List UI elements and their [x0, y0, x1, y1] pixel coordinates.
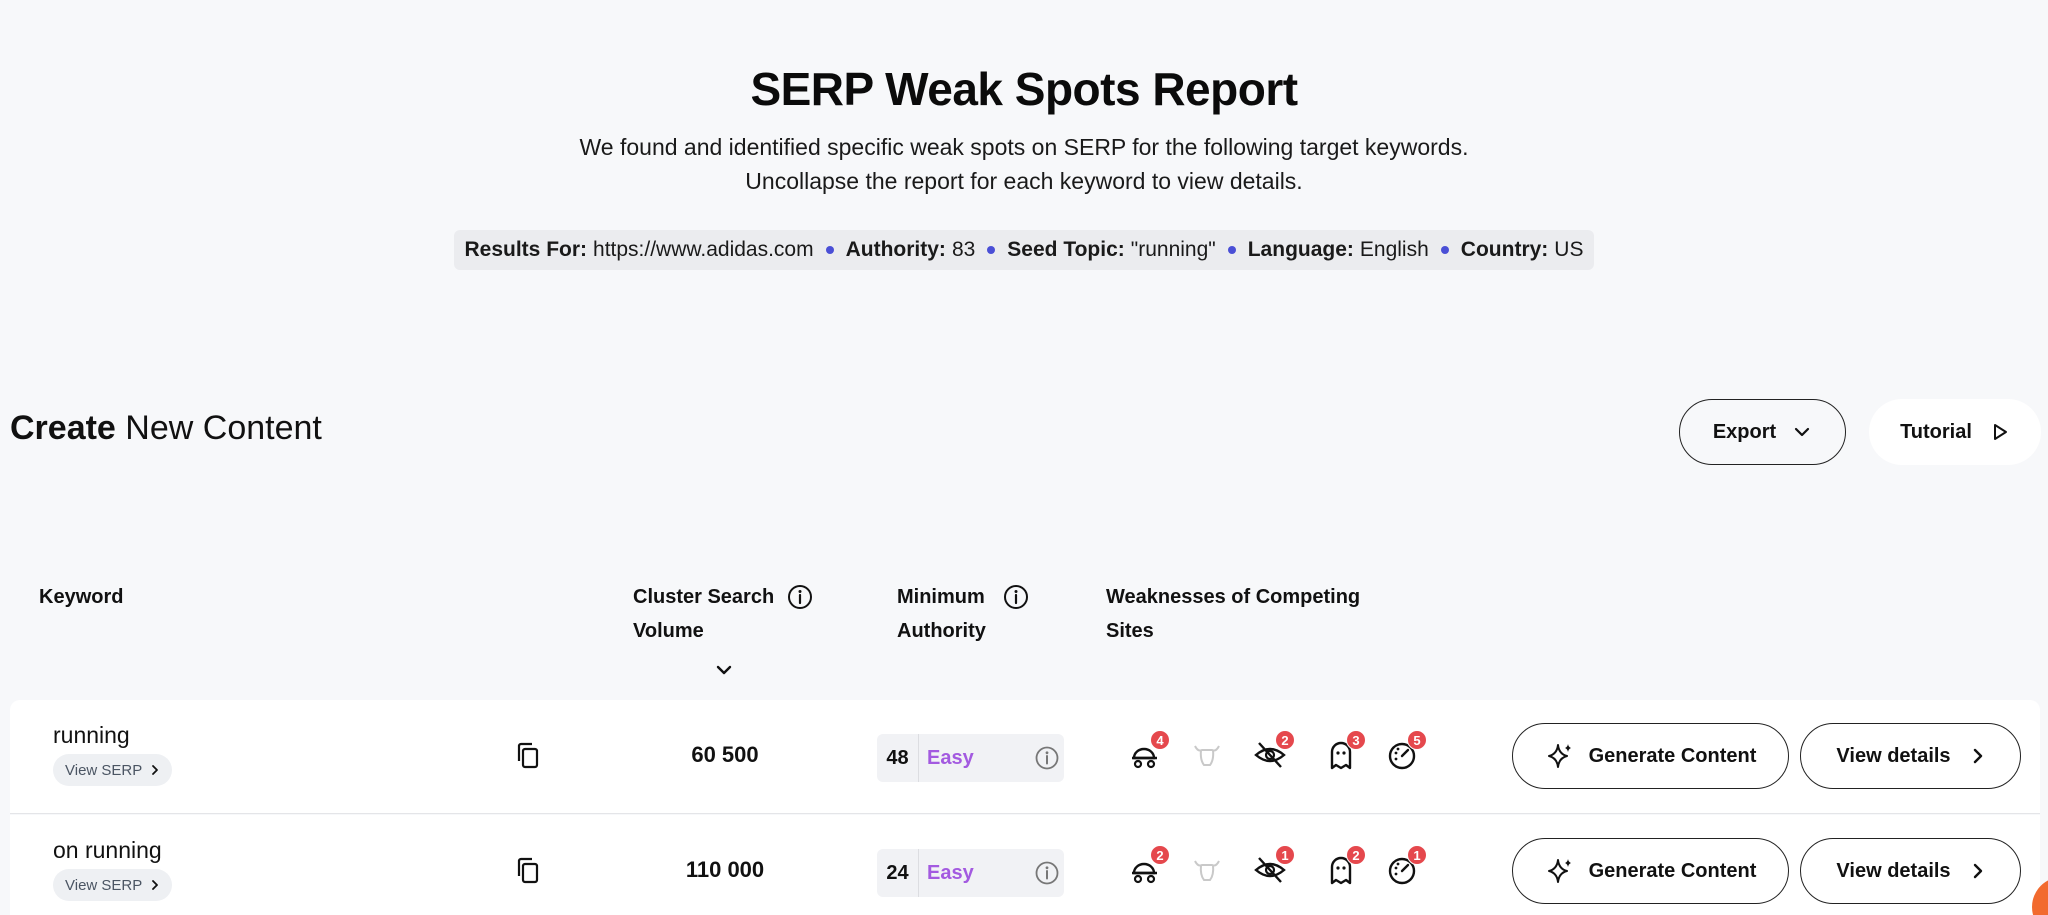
- slow-loading-icon[interactable]: 4: [1128, 730, 1170, 772]
- chevron-right-icon: [152, 880, 159, 890]
- authority-number: 24: [877, 849, 919, 897]
- copy-icon[interactable]: [514, 741, 542, 771]
- export-button[interactable]: Export: [1679, 399, 1846, 465]
- seed-value: "running": [1130, 238, 1216, 261]
- section-title-bold: Create: [10, 409, 116, 447]
- count-badge: 2: [1150, 845, 1170, 865]
- chevron-down-icon: [1795, 427, 1810, 437]
- view-details-label: View details: [1836, 859, 1951, 882]
- separator-dot: [987, 246, 996, 254]
- separator-dot: [1227, 246, 1236, 254]
- count-badge: 3: [1346, 730, 1366, 750]
- count-badge: 1: [1275, 845, 1295, 865]
- section-title: Create New Content: [10, 409, 322, 448]
- info-icon[interactable]: [1034, 860, 1060, 886]
- slow-loading-icon[interactable]: 2: [1128, 845, 1170, 887]
- generate-content-label: Generate Content: [1588, 859, 1757, 882]
- authority-value: 83: [951, 238, 976, 261]
- bull-icon: [1190, 853, 1224, 887]
- view-serp-button[interactable]: View SERP: [53, 869, 173, 901]
- view-details-button[interactable]: View details: [1800, 723, 2021, 789]
- results-label: Results For:: [464, 238, 588, 261]
- language-value: English: [1359, 238, 1429, 261]
- count-badge: 4: [1150, 730, 1170, 750]
- speedometer-icon[interactable]: 1: [1385, 845, 1427, 887]
- tutorial-button[interactable]: Tutorial: [1869, 399, 2041, 465]
- column-header-keyword: Keyword: [39, 586, 124, 608]
- separator-dot: [1440, 246, 1449, 254]
- view-serp-label: View SERP: [65, 761, 143, 779]
- authority-cell: 24 Easy: [877, 849, 1064, 897]
- export-label: Export: [1712, 420, 1777, 443]
- separator-dot: [825, 246, 834, 254]
- count-badge: 1: [1407, 845, 1427, 865]
- chevron-right-icon: [152, 765, 159, 775]
- table-row[interactable]: running View SERP 60 500 48 Easy 4 2 3 5…: [10, 700, 2040, 814]
- copy-icon[interactable]: [514, 856, 542, 886]
- view-serp-button[interactable]: View SERP: [53, 754, 173, 786]
- country-value: US: [1554, 238, 1584, 261]
- sparkle-icon: [1547, 744, 1571, 768]
- info-icon[interactable]: [787, 584, 813, 610]
- count-badge: 2: [1275, 730, 1295, 750]
- authority-number: 48: [877, 734, 919, 782]
- ghost-icon[interactable]: 2: [1324, 845, 1366, 887]
- bull-icon: [1190, 738, 1224, 772]
- section-title-rest: New Content: [125, 409, 322, 447]
- authority-label: Authority:: [845, 238, 946, 261]
- view-details-button[interactable]: View details: [1800, 838, 2021, 904]
- page-subtitle: We found and identified specific weak sp…: [579, 134, 1469, 194]
- difficulty-label: Easy: [927, 861, 974, 884]
- view-details-label: View details: [1836, 744, 1951, 767]
- keyword-text: on running: [53, 837, 162, 863]
- hidden-eye-icon[interactable]: 1: [1253, 845, 1295, 887]
- chevron-right-icon: [1973, 748, 1982, 764]
- view-serp-label: View SERP: [65, 876, 143, 894]
- keyword-text: running: [53, 722, 130, 748]
- report-header: SERP Weak Spots Report We found and iden…: [0, 62, 2048, 270]
- hidden-eye-icon[interactable]: 2: [1253, 730, 1295, 772]
- search-volume: 110 000: [685, 857, 765, 882]
- ghost-icon[interactable]: 3: [1324, 730, 1366, 772]
- country-label: Country:: [1460, 238, 1549, 261]
- table-row[interactable]: on running View SERP 110 000 24 Easy 2 1…: [10, 815, 2040, 915]
- count-badge: 5: [1407, 730, 1427, 750]
- language-label: Language:: [1247, 238, 1354, 261]
- sort-chevron-down-icon[interactable]: [714, 660, 734, 680]
- count-badge: 2: [1346, 845, 1366, 865]
- results-value: https://www.adidas.com: [593, 238, 814, 261]
- authority-cell: 48 Easy: [877, 734, 1064, 782]
- info-icon[interactable]: [1003, 584, 1029, 610]
- play-icon: [1993, 424, 2007, 440]
- tutorial-label: Tutorial: [1900, 420, 1972, 443]
- report-meta-bar: Results For: https://www.adidas.com Auth…: [453, 230, 1595, 270]
- generate-content-label: Generate Content: [1588, 744, 1757, 767]
- chevron-right-icon: [1973, 863, 1982, 879]
- page-title: SERP Weak Spots Report: [750, 63, 1298, 115]
- difficulty-label: Easy: [927, 746, 974, 769]
- generate-content-button[interactable]: Generate Content: [1512, 723, 1789, 789]
- sparkle-icon: [1547, 859, 1571, 883]
- info-icon[interactable]: [1034, 745, 1060, 771]
- generate-content-button[interactable]: Generate Content: [1512, 838, 1789, 904]
- column-header-weaknesses: Weaknesses of Competing Sites: [1106, 586, 1361, 642]
- speedometer-icon[interactable]: 5: [1385, 730, 1427, 772]
- search-volume: 60 500: [691, 742, 759, 767]
- seed-label: Seed Topic:: [1007, 238, 1125, 261]
